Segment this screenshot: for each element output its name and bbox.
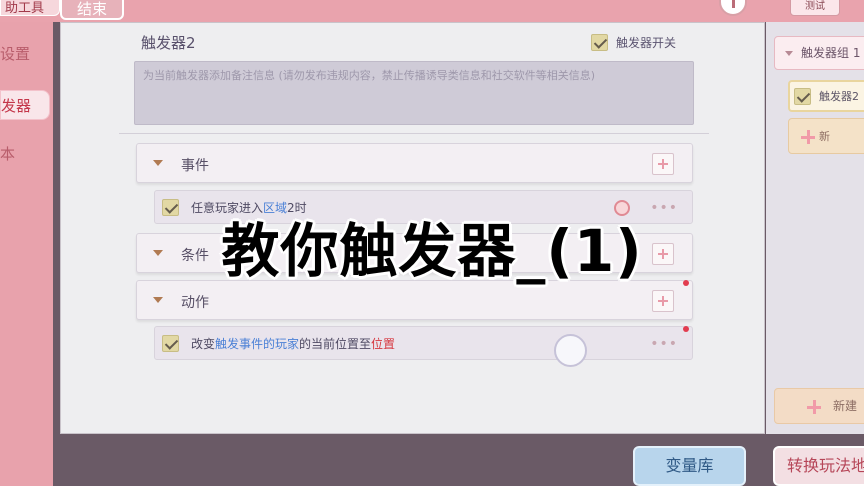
new-trigger-label: 新 [819,130,830,143]
trigger-item-label: 触发器2 [819,90,859,103]
checkbox-icon[interactable] [591,34,608,51]
switch-mode-button[interactable]: 转换玩法地 [773,446,864,486]
notification-dot [683,326,689,332]
sidebar-item-settings[interactable]: 设置 [0,39,50,69]
note-input[interactable]: 为当前触发器添加备注信息 (请勿发布违规内容，禁止传播诱导类信息和社交软件等相关… [134,61,694,125]
trigger-title: 触发器2 [141,34,196,52]
action-position-link[interactable]: 位置 [371,337,395,351]
end-button[interactable]: 结束 [60,0,124,20]
chevron-down-icon[interactable] [785,51,793,56]
action-row-text: 改变触发事件的玩家的当前位置至位置 [191,335,395,352]
plus-icon [807,400,821,414]
new-group-button[interactable]: 新建 [774,388,864,424]
trigger-switch[interactable]: 触发器开关 [591,34,676,51]
add-action-button[interactable] [652,290,674,312]
chevron-down-icon[interactable] [153,160,163,166]
checkbox-icon[interactable] [794,87,811,105]
variable-library-button[interactable]: 变量库 [633,446,746,486]
more-options-icon[interactable]: ••• [650,336,678,352]
video-caption-overlay: 教你触发器_(1) [221,217,643,285]
events-section-header[interactable]: 事件 [136,143,693,183]
trigger-group-header[interactable]: 触发器组 1 [774,36,864,70]
tab-helper-tools[interactable]: 助工具 [0,0,60,16]
new-trigger-button[interactable]: 新 [788,118,864,154]
checkbox-icon[interactable] [162,334,179,352]
actions-section-label: 动作 [181,295,209,311]
plus-icon [801,130,815,144]
trigger-switch-label: 触发器开关 [616,36,677,50]
divider [119,133,709,134]
add-event-button[interactable] [652,153,674,175]
chevron-down-icon[interactable] [153,297,163,303]
action-middle-text: 的当前位置至 [299,336,372,351]
cursor-ring [554,334,587,367]
trigger-group-label: 触发器组 1 [801,46,861,60]
sidebar-item-triggers[interactable]: 发器 [0,90,50,120]
action-prefix-text: 改变 [191,336,216,351]
sidebar-item-scripts[interactable]: 本 [0,139,50,169]
new-group-label: 新建 [833,399,858,413]
action-row[interactable]: 改变触发事件的玩家的当前位置至位置 ••• [154,326,693,360]
test-button[interactable]: 测试 [790,0,840,16]
events-section-label: 事件 [181,158,209,174]
trigger-list-item[interactable]: 触发器2 [788,80,864,112]
action-player-link[interactable]: 触发事件的玩家 [215,337,299,351]
